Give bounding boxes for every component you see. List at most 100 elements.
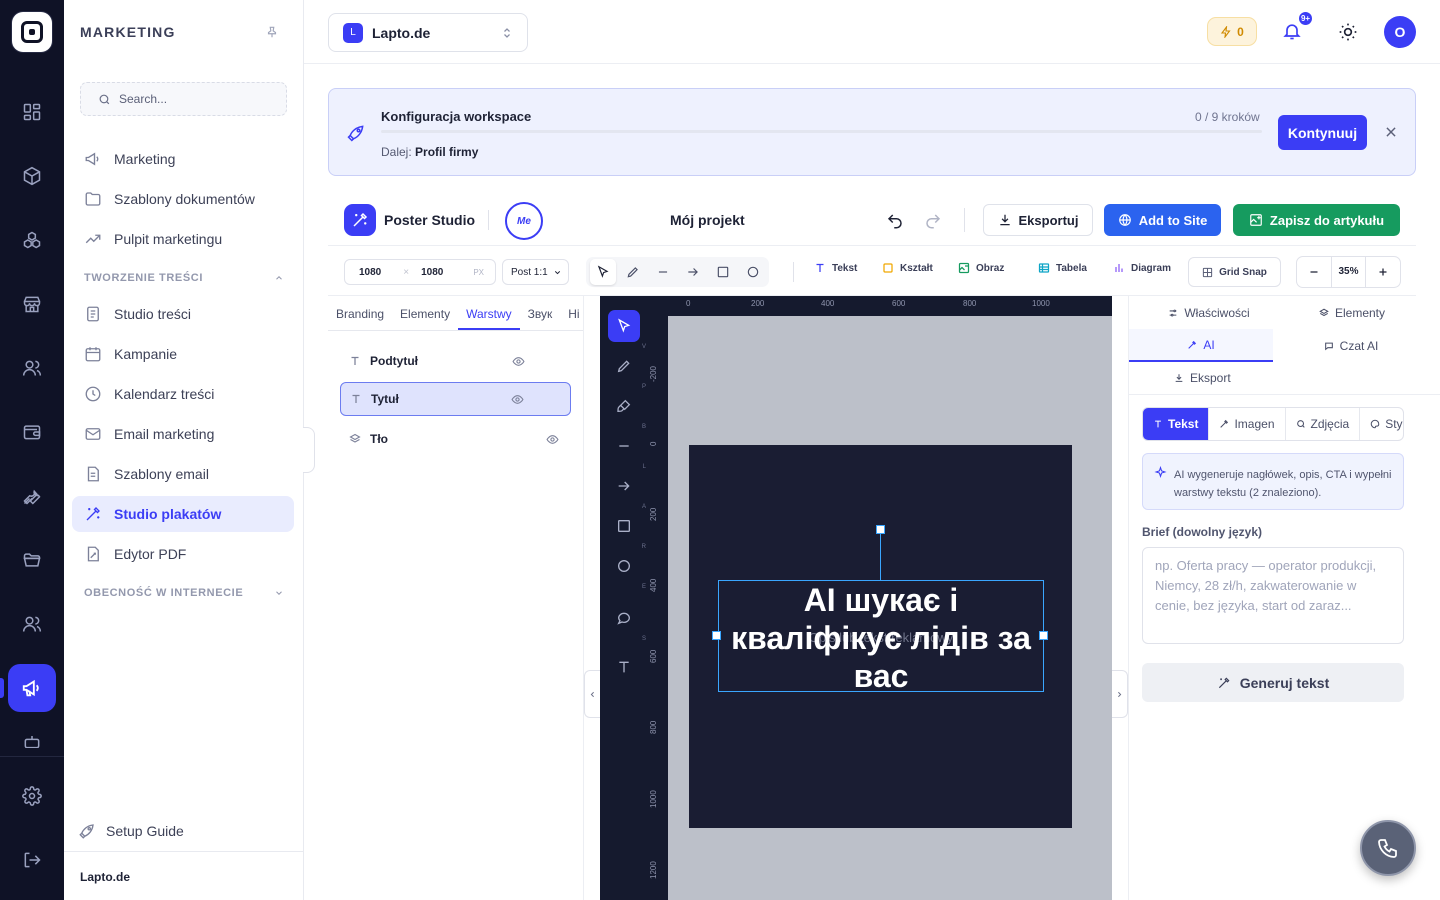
line-icon[interactable]: L (608, 430, 646, 470)
arrow-icon[interactable]: A (608, 470, 646, 510)
insert-shape-button[interactable]: Kształt (882, 262, 933, 274)
resize-handle-right[interactable] (1039, 631, 1048, 640)
undo-icon[interactable] (886, 212, 904, 230)
tab-elements[interactable]: Elementy (1289, 296, 1415, 329)
close-icon[interactable] (1384, 125, 1398, 139)
sidebar-item-email-marketing[interactable]: Email marketing (72, 416, 294, 452)
speech-bubble-icon[interactable]: S (608, 602, 646, 642)
brush-icon[interactable]: B (608, 390, 646, 430)
line-icon[interactable] (650, 259, 676, 285)
eye-icon[interactable] (512, 355, 525, 368)
mode-imagen[interactable]: Imagen (1209, 408, 1286, 440)
format-select[interactable]: Post 1:1 (502, 259, 569, 285)
canvas-area[interactable]: V P B L A R E S 0 200 400 600 800 1000 -… (600, 296, 1112, 900)
circle-icon[interactable] (740, 259, 766, 285)
app-logo[interactable] (12, 12, 52, 52)
sidebar-item-email-templates[interactable]: Szablony email (72, 456, 294, 492)
sidebar-item-campaigns[interactable]: Kampanie (72, 336, 294, 372)
users-icon[interactable] (8, 344, 56, 392)
theme-toggle-sun-icon[interactable] (1338, 22, 1358, 42)
redo-icon[interactable] (924, 212, 942, 230)
tab-properties[interactable]: Właściwości (1129, 296, 1289, 329)
sidebar-item-marketing-dashboard[interactable]: Pulpit marketingu (72, 221, 294, 257)
wrench-icon[interactable] (8, 472, 56, 520)
mode-style[interactable]: Styl (1360, 408, 1403, 440)
credits-badge[interactable]: 0 (1207, 17, 1257, 46)
height-value[interactable]: 1080 (421, 267, 443, 278)
zoom-in-button[interactable] (1366, 266, 1400, 278)
collapse-right-panel[interactable] (1112, 670, 1128, 718)
sidebar-item-marketing[interactable]: Marketing (72, 141, 294, 177)
pen-icon[interactable] (620, 259, 646, 285)
save-to-article-button[interactable]: Zapisz do artykułu (1233, 204, 1400, 236)
tab-ai-chat[interactable]: Czat AI (1279, 329, 1423, 362)
tab-branding[interactable]: Branding (328, 296, 392, 330)
eye-icon[interactable] (511, 393, 524, 406)
insert-diagram-button[interactable]: Diagram (1113, 262, 1171, 274)
rectangle-icon[interactable]: R (608, 510, 646, 550)
export-button[interactable]: Eksportuj (983, 204, 1093, 236)
boxes-icon[interactable] (8, 216, 56, 264)
brief-textarea[interactable]: np. Oferta pracy — operator produkcji, N… (1142, 547, 1404, 644)
select-cursor-icon[interactable]: V (608, 310, 646, 350)
sidebar-item-document-templates[interactable]: Szablony dokumentów (72, 181, 294, 217)
add-to-site-button[interactable]: Add to Site (1104, 204, 1221, 236)
tab-elements[interactable]: Elementy (392, 296, 458, 330)
tab-sound[interactable]: Звук (520, 296, 561, 330)
canvas-size-input[interactable]: 1080 × 1080 PX (344, 259, 496, 285)
width-value[interactable]: 1080 (359, 267, 381, 278)
insert-text-button[interactable]: Tekst (814, 262, 857, 274)
sidebar-collapse-handle[interactable] (303, 427, 315, 473)
sidebar-item-content-calendar[interactable]: Kalendarz treści (72, 376, 294, 412)
tab-ai[interactable]: AI (1129, 329, 1273, 362)
layer-item-selected[interactable]: Tytuł (340, 382, 571, 416)
settings-icon[interactable] (8, 772, 56, 820)
pin-icon[interactable] (265, 25, 279, 39)
rotation-handle[interactable] (876, 525, 885, 534)
rectangle-icon[interactable] (710, 259, 736, 285)
layer-item[interactable]: Tło (340, 422, 571, 456)
sidebar-item-poster-studio[interactable]: Studio plakatów (72, 496, 294, 532)
zoom-out-button[interactable] (1297, 266, 1331, 278)
arrow-icon[interactable] (680, 259, 706, 285)
setup-guide-link[interactable]: Setup Guide (78, 822, 184, 840)
eye-icon[interactable] (546, 433, 559, 446)
layer-item[interactable]: Podtytuł (340, 344, 571, 378)
sidebar-search[interactable]: Search... (80, 82, 287, 116)
poster-title-element[interactable]: Opis lub tekst reklamowy AI шукає і квал… (718, 580, 1044, 694)
wallet-icon[interactable] (8, 408, 56, 456)
select-cursor-icon[interactable] (590, 259, 616, 285)
me-badge[interactable]: Me (505, 202, 543, 240)
section-content-creation[interactable]: TWORZENIE TREŚCI (84, 272, 284, 284)
circle-icon[interactable]: E (608, 550, 646, 590)
logout-icon[interactable] (8, 836, 56, 884)
notifications-button[interactable]: 9+ (1282, 10, 1314, 41)
project-name[interactable]: Mój projekt (670, 212, 745, 228)
resize-handle-left[interactable] (712, 631, 721, 640)
text-icon[interactable] (608, 651, 640, 683)
bot-icon[interactable] (8, 728, 56, 748)
folder-open-icon[interactable] (8, 536, 56, 584)
sidebar-item-pdf-editor[interactable]: Edytor PDF (72, 536, 294, 572)
phone-call-button[interactable] (1360, 820, 1416, 876)
insert-image-button[interactable]: Obraz (958, 262, 1004, 274)
insert-table-button[interactable]: Tabela (1038, 262, 1087, 274)
tab-history[interactable]: Hi (560, 296, 583, 330)
store-icon[interactable] (8, 280, 56, 328)
sidebar-item-content-studio[interactable]: Studio treści (72, 296, 294, 332)
workspace-selector[interactable]: L Lapto.de (328, 13, 528, 52)
user-avatar[interactable]: O (1384, 16, 1416, 48)
mode-text[interactable]: Tekst (1143, 408, 1210, 440)
pen-icon[interactable]: P (608, 350, 646, 390)
team-icon[interactable] (8, 600, 56, 648)
collapse-left-panel[interactable] (584, 670, 600, 718)
tab-export[interactable]: Eksport (1129, 362, 1440, 395)
tab-layers[interactable]: Warstwy (458, 296, 520, 330)
megaphone-icon[interactable] (8, 664, 56, 712)
section-web-presence[interactable]: OBECNOŚĆ W INTERNECIE (84, 587, 284, 599)
generate-text-button[interactable]: Generuj tekst (1142, 663, 1404, 702)
package-icon[interactable] (8, 152, 56, 200)
continue-button[interactable]: Kontynuuj (1278, 115, 1367, 150)
grid-snap-toggle[interactable]: Grid Snap (1188, 257, 1281, 287)
mode-photos[interactable]: Zdjęcia (1286, 408, 1361, 440)
